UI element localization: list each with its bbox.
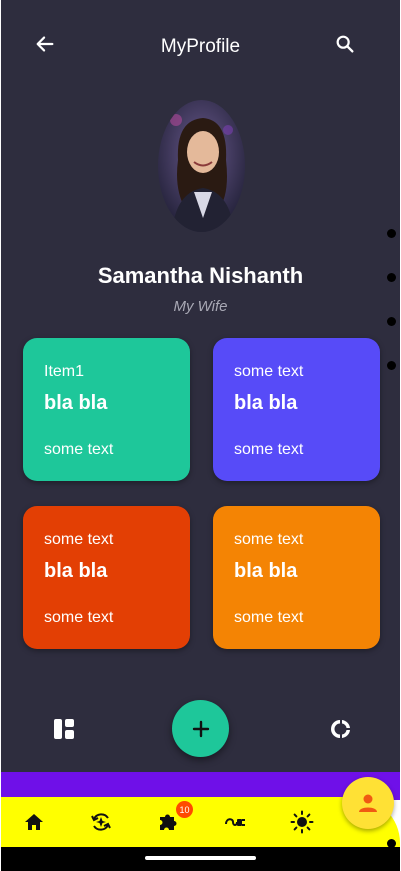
card-top-text: some text — [234, 363, 304, 380]
puzzle-icon — [160, 814, 177, 830]
card-3[interactable]: some text bla bla some text — [23, 506, 190, 649]
donut-chart-button[interactable] — [327, 715, 355, 743]
card-main-text: bla bla — [44, 560, 108, 582]
home-icon — [25, 814, 43, 830]
refresh-sparkle-icon — [91, 813, 111, 831]
dashboard-icon — [54, 719, 74, 739]
dashboard-button[interactable] — [50, 715, 78, 743]
card-bottom-text: some text — [44, 609, 114, 626]
nav-refresh[interactable] — [86, 807, 116, 837]
card-top-text: some text — [234, 531, 304, 548]
edge-dot — [387, 361, 396, 370]
card-bottom-text: some text — [234, 609, 304, 626]
app-body: MyProfile Samantha Nishanth My Wife Item… — [1, 0, 400, 772]
home-indicator[interactable] — [145, 856, 256, 860]
top-app-bar: MyProfile — [1, 14, 400, 74]
nav-power[interactable] — [220, 807, 250, 837]
card-top-text: some text — [44, 531, 114, 548]
search-icon — [336, 35, 354, 53]
screen: MyProfile Samantha Nishanth My Wife Item… — [0, 0, 401, 871]
card-top-text: Item1 — [44, 363, 85, 380]
person-icon — [359, 794, 377, 812]
edge-dot — [387, 839, 396, 848]
card-bottom-text: some text — [44, 441, 114, 458]
card-2[interactable]: some text bla bla some text — [213, 338, 380, 481]
profile-button[interactable] — [342, 777, 394, 829]
card-1[interactable]: Item1 bla bla some text — [23, 338, 190, 481]
donut-chart-icon — [331, 720, 350, 738]
notification-badge: 10 — [176, 801, 193, 818]
nav-brightness[interactable] — [287, 807, 317, 837]
sun-icon — [290, 810, 314, 834]
card-main-text: bla bla — [234, 392, 298, 414]
card-4[interactable]: some text bla bla some text — [213, 506, 380, 649]
edge-dot — [387, 229, 396, 238]
bottom-nav — [1, 797, 400, 847]
add-button[interactable] — [172, 700, 229, 757]
nav-home[interactable] — [19, 807, 49, 837]
profile-subtitle: My Wife — [173, 298, 228, 315]
profile-name: Samantha Nishanth — [97, 263, 304, 288]
plus-icon — [192, 720, 209, 737]
card-main-text: bla bla — [234, 560, 298, 582]
edge-dot — [387, 317, 396, 326]
search-button[interactable] — [331, 30, 359, 58]
plug-icon — [225, 818, 245, 826]
bottom-band — [1, 772, 400, 800]
card-bottom-text: some text — [234, 441, 304, 458]
avatar[interactable] — [158, 100, 245, 232]
card-main-text: bla bla — [44, 392, 108, 414]
edge-dot — [387, 273, 396, 282]
